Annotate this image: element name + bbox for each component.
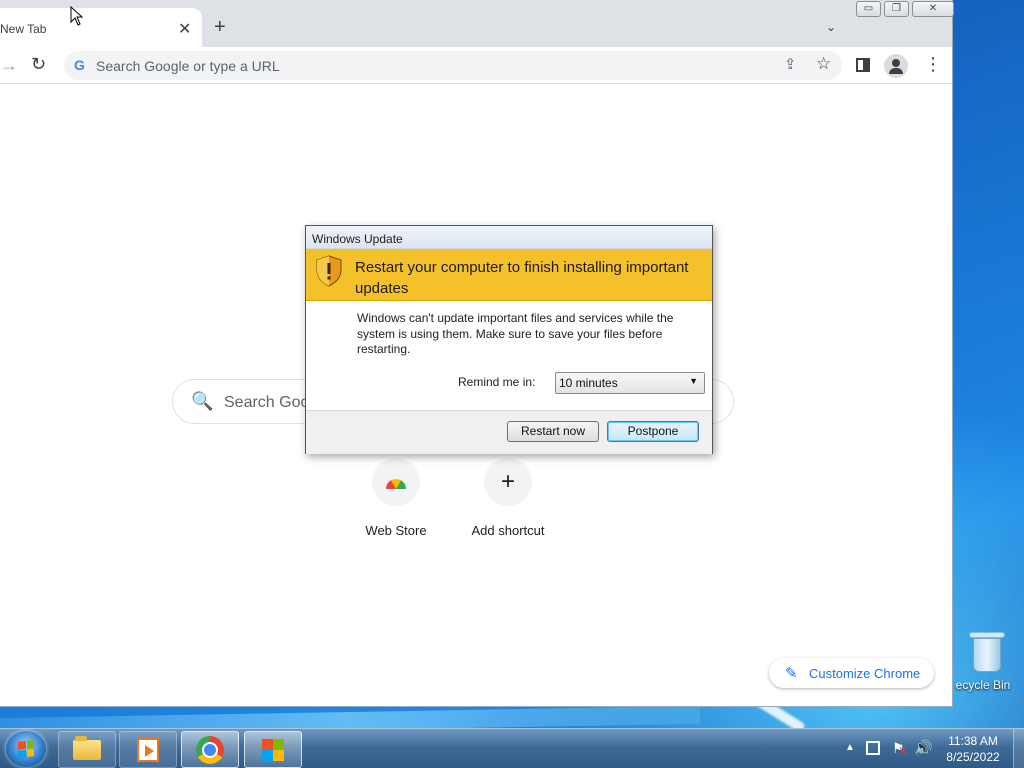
error-x-icon: ✕ xyxy=(898,744,909,758)
restart-now-button[interactable]: Restart now xyxy=(507,421,599,442)
shortcut-web-store[interactable]: Web Store xyxy=(346,458,446,538)
dropdown-arrow-icon: ▼ xyxy=(689,376,698,386)
address-bar[interactable]: G Search Google or type a URL ⇪ ☆ xyxy=(64,51,842,80)
mouse-pointer-icon xyxy=(70,6,84,26)
windows-logo-icon xyxy=(18,740,34,758)
minimize-button[interactable]: ▭ xyxy=(856,1,881,17)
close-window-button[interactable]: ✕ xyxy=(912,1,954,17)
show-desktop-button[interactable] xyxy=(1013,729,1024,768)
remind-interval-select[interactable]: 10 minutes ▼ xyxy=(555,372,705,394)
share-icon[interactable]: ⇪ xyxy=(784,55,797,73)
remind-interval-value: 10 minutes xyxy=(559,376,618,390)
tab-search-chevron-icon[interactable]: ⌄ xyxy=(826,20,836,34)
recycle-bin-label: ecycle Bin xyxy=(955,678,1011,692)
shield-warning-icon xyxy=(316,255,342,287)
chrome-menu-icon[interactable]: ⋮ xyxy=(924,53,942,75)
windows-update-icon xyxy=(260,737,286,763)
volume-icon[interactable]: 🔊 xyxy=(914,739,933,757)
customize-chrome-label: Customize Chrome xyxy=(809,666,921,681)
clock-date: 8/25/2022 xyxy=(946,750,1000,764)
recycle-bin-shortcut[interactable]: ecycle Bin xyxy=(950,630,1024,692)
shortcut-label: Add shortcut xyxy=(471,523,545,538)
taskbar-explorer[interactable] xyxy=(58,731,116,768)
action-center-flag-icon[interactable]: ⚑ ✕ xyxy=(892,740,909,758)
windows-update-dialog: Windows Update Restart your computer to … xyxy=(305,225,713,454)
shortcut-label: Web Store xyxy=(365,523,427,538)
show-hidden-icons-arrow-icon[interactable]: ▲ xyxy=(845,742,855,753)
chrome-icon xyxy=(196,735,224,764)
start-button[interactable] xyxy=(6,731,46,767)
dialog-footer: Restart now Postpone xyxy=(306,410,712,454)
remind-label: Remind me in: xyxy=(458,375,536,389)
dialog-banner: Restart your computer to finish installi… xyxy=(306,249,712,301)
search-icon: 🔍 xyxy=(191,391,214,411)
wallpaper-light-streak xyxy=(0,705,701,728)
media-player-icon xyxy=(137,737,159,762)
ntp-search-placeholder: Search Goo xyxy=(224,394,310,411)
webstore-icon xyxy=(372,458,420,506)
tab-close-icon[interactable]: ✕ xyxy=(178,19,191,39)
browser-toolbar: → ↻ G Search Google or type a URL ⇪ ☆ ⋮ xyxy=(0,47,952,84)
folder-icon xyxy=(73,735,101,760)
side-panel-icon[interactable] xyxy=(856,58,870,72)
restore-button[interactable]: ❐ xyxy=(884,1,909,17)
taskbar-windows-update[interactable] xyxy=(244,731,302,768)
pencil-icon: ✎ xyxy=(785,665,798,682)
bookmark-star-icon[interactable]: ☆ xyxy=(816,54,831,74)
recycle-bin-icon xyxy=(969,630,1005,674)
tab-strip: New Tab ✕ + ⌄ ▭ ❐ ✕ xyxy=(0,0,954,47)
tab-title: New Tab xyxy=(0,22,47,36)
profile-avatar-icon[interactable] xyxy=(884,54,908,78)
clock-time: 11:38 AM xyxy=(948,734,998,748)
plus-icon: + xyxy=(484,458,532,506)
address-bar-placeholder: Search Google or type a URL xyxy=(96,58,280,74)
postpone-button[interactable]: Postpone xyxy=(607,421,699,442)
dialog-headline: Restart your computer to finish installi… xyxy=(355,259,689,297)
network-icon[interactable] xyxy=(866,741,880,755)
taskbar-media-player[interactable] xyxy=(119,731,177,768)
taskbar-chrome[interactable] xyxy=(181,731,239,768)
taskbar: ▲ ⚑ ✕ 🔊 11:38 AM 8/25/2022 xyxy=(0,728,1024,768)
dialog-title: Windows Update xyxy=(306,226,712,249)
dialog-body: Windows can't update important files and… xyxy=(306,301,712,410)
tab-new-tab[interactable]: New Tab ✕ xyxy=(0,8,202,47)
system-clock[interactable]: 11:38 AM 8/25/2022 xyxy=(942,733,1004,765)
window-controls: ▭ ❐ ✕ xyxy=(856,1,954,17)
customize-chrome-button[interactable]: ✎ Customize Chrome xyxy=(769,658,934,688)
dialog-message: Windows can't update important files and… xyxy=(357,311,674,356)
forward-arrow-icon[interactable]: → xyxy=(0,55,18,76)
reload-icon[interactable]: ↻ xyxy=(31,54,46,75)
new-tab-button[interactable]: + xyxy=(214,17,226,37)
shortcut-add[interactable]: + Add shortcut xyxy=(458,458,558,538)
google-g-icon: G xyxy=(74,57,85,73)
